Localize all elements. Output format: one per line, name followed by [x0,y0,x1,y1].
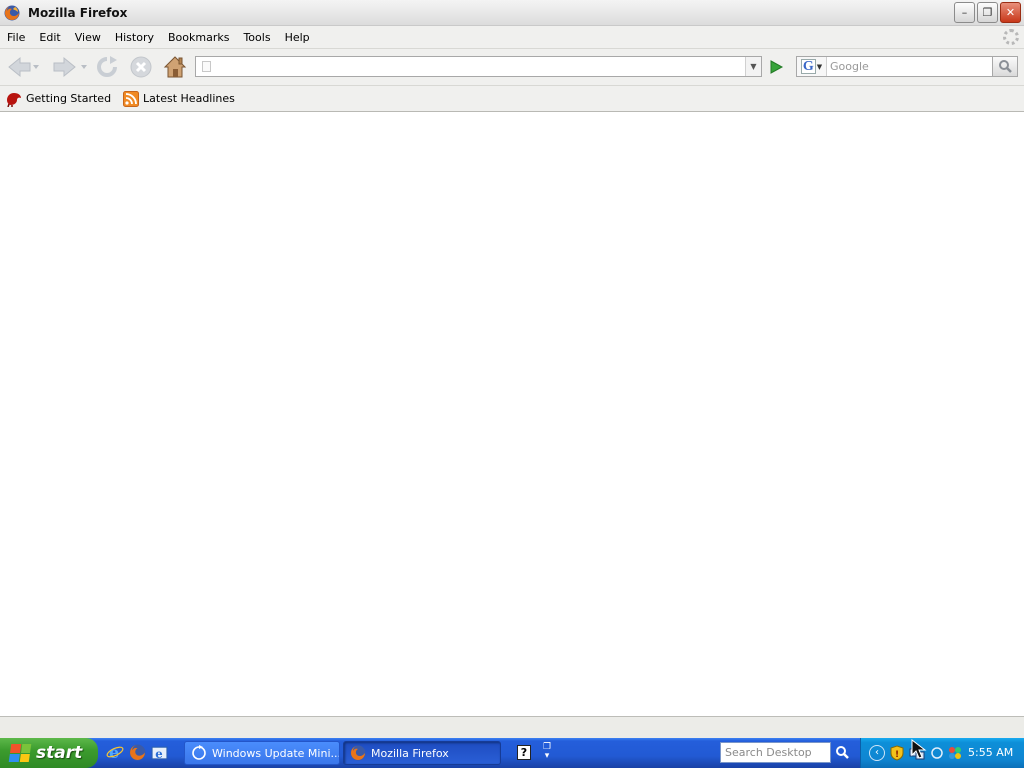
page-content-area[interactable] [0,112,1024,716]
url-input[interactable] [216,58,736,75]
minimize-button[interactable]: – [954,2,975,23]
forward-button[interactable] [48,54,90,80]
window-title: Mozilla Firefox [28,5,128,20]
go-icon [770,59,784,74]
go-button[interactable] [765,56,787,77]
rss-feed-icon [123,90,140,107]
search-icon [836,746,849,759]
back-icon [8,56,39,78]
svg-text:!: ! [895,750,899,760]
bookmark-label: Getting Started [26,92,112,105]
quick-launch-firefox[interactable] [128,743,146,761]
url-bar[interactable]: ▼ [195,56,762,77]
security-center-icon[interactable] [947,745,963,761]
bookmarks-toolbar: Getting Started Latest Headlines [0,86,1024,112]
reload-button[interactable] [94,54,120,80]
bookmark-getting-started[interactable]: Getting Started [6,91,111,107]
home-button[interactable] [162,54,188,80]
back-button[interactable] [3,54,43,80]
task-label: Mozilla Firefox [371,746,449,760]
google-engine-icon: G [800,59,816,74]
taskbar-item-windows-update[interactable]: Windows Update Mini... [184,741,340,765]
start-label: start [36,743,83,763]
reload-icon [97,56,117,77]
stop-icon [130,56,152,78]
forward-icon [53,56,87,78]
close-icon: ✕ [1005,6,1016,19]
firefox-logo-icon [350,745,366,761]
bookmark-firefox-icon [7,92,21,107]
system-tray: ‹ ! 5:55 AM [860,738,1024,768]
menu-tools[interactable]: Tools [236,31,277,44]
status-bar [0,716,1024,738]
internet-explorer-icon: e [106,743,124,761]
search-go-button[interactable] [993,56,1018,77]
search-icon [998,60,1012,73]
menu-file[interactable]: File [0,31,32,44]
outlook-express-icon: e [151,746,167,760]
desktop-search-button[interactable] [833,742,852,763]
clock[interactable]: 5:55 AM [968,746,1013,759]
title-bar[interactable]: Mozilla Firefox – ❐ ✕ [0,0,1024,26]
firefox-logo-icon [4,5,20,20]
bookmark-latest-headlines[interactable]: Latest Headlines [123,90,235,107]
menu-view[interactable]: View [68,31,108,44]
stop-button[interactable] [128,54,154,80]
search-bar[interactable]: G ▼ [796,56,993,77]
svg-text:e: e [109,743,119,761]
windows-taskbar: start e e Windows Update Mini... Mozilla… [0,738,1024,768]
tray-expand-button[interactable]: ‹ [869,745,885,761]
restore-icon: ❐ [982,6,993,19]
windows-flag-icon [8,744,32,762]
help-icon[interactable]: ? [517,745,531,760]
shield-icon[interactable]: ! [889,745,905,761]
chevron-down-icon: ▼ [750,62,757,71]
desktop-search-input[interactable] [721,743,830,762]
firefox-logo-icon [129,744,145,760]
desktop-search-box[interactable] [720,742,831,763]
navigation-toolbar: ▼ G ▼ [0,49,1024,86]
throbber-icon [1003,29,1019,45]
menu-bar: File Edit View History Bookmarks Tools H… [0,26,1024,49]
menu-edit[interactable]: Edit [32,31,67,44]
quick-launch-ie[interactable]: e [106,743,124,761]
cursor-icon [911,738,927,759]
menu-history[interactable]: History [108,31,161,44]
home-icon [163,56,187,78]
task-label: Windows Update Mini... [212,746,340,760]
search-engine-selector[interactable]: G ▼ [797,57,827,76]
taskbar-item-firefox[interactable]: Mozilla Firefox [343,741,501,765]
bookmark-label: Latest Headlines [143,92,235,105]
close-button[interactable]: ✕ [1000,2,1021,23]
menu-help[interactable]: Help [278,31,317,44]
url-history-dropdown[interactable]: ▼ [745,57,761,76]
chevron-down-icon: ▼ [816,62,823,71]
search-input[interactable] [830,58,990,75]
quick-launch-outlook-express[interactable]: e [150,743,168,761]
refresh-icon [192,745,206,760]
menu-bookmarks[interactable]: Bookmarks [161,31,236,44]
minimize-icon: – [961,6,968,19]
page-icon [202,61,211,72]
quick-launch: e e [106,743,168,761]
start-button[interactable]: start [0,738,98,768]
restore-button[interactable]: ❐ [977,2,998,23]
svg-text:e: e [155,746,162,760]
restore-taskbar-icon[interactable]: ❐ ▾ [540,743,554,761]
